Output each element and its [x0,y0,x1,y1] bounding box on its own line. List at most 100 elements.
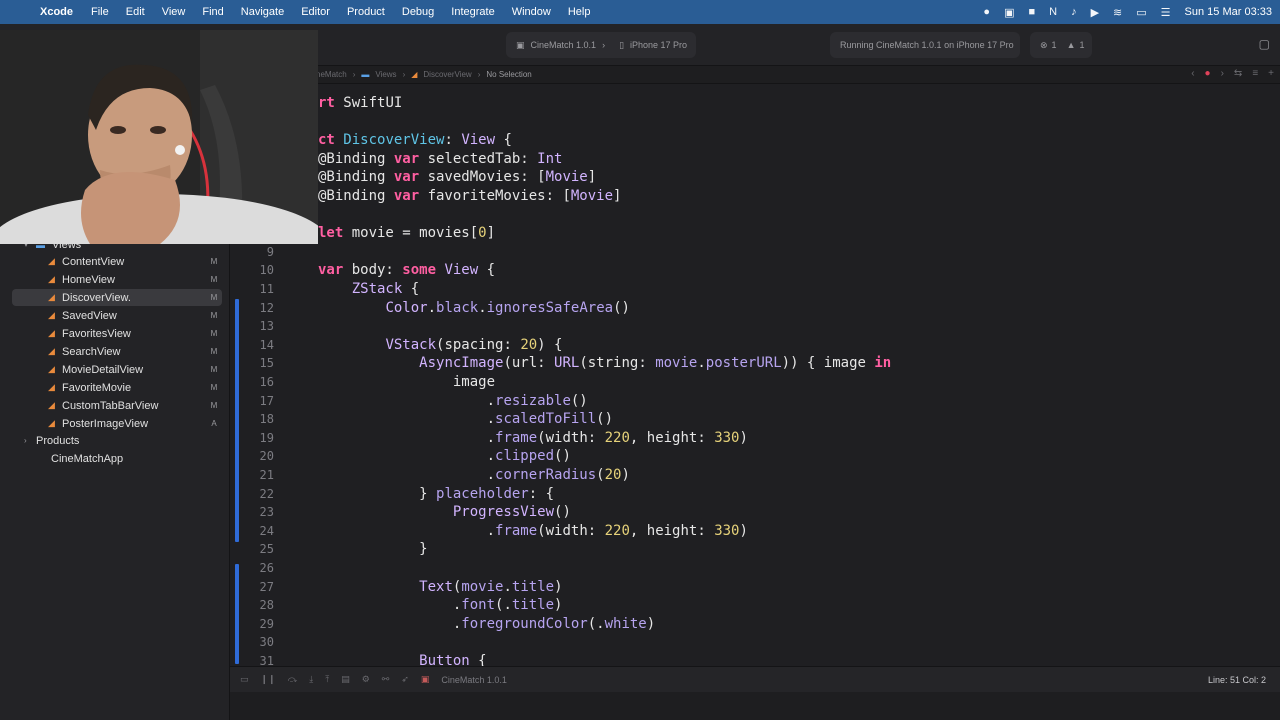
file-moviedetailview[interactable]: ◢ MovieDetailView M [12,361,222,378]
code-text[interactable]: } [318,541,427,557]
code-text[interactable]: .frame(width: 220, height: 330) [318,523,748,539]
file-discoverview[interactable]: ◢ DiscoverView. M [12,289,222,306]
code-text[interactable]: .foregroundColor(.white) [318,616,655,632]
menu-integrate[interactable]: Integrate [451,6,494,18]
code-line[interactable]: 18 .scaledToFill() [230,411,1280,430]
breadcrumb-selection[interactable]: No Selection [486,70,531,79]
code-text[interactable]: @Binding var savedMovies: [Movie] [318,169,596,185]
line-number[interactable]: 26 [244,561,274,575]
line-number[interactable]: 29 [244,617,274,631]
code-line[interactable]: 10 var body: some View { [230,262,1280,281]
battery-icon[interactable]: ▭ [1136,6,1146,19]
code-text[interactable]: .cornerRadius(20) [318,467,630,483]
line-number[interactable]: 17 [244,394,274,408]
code-line[interactable]: 13 [230,318,1280,337]
back-icon[interactable]: ‹ [1191,68,1194,79]
menu-window[interactable]: Window [512,6,551,18]
play-icon[interactable]: ▶ [1091,6,1099,19]
code-text[interactable]: } placeholder: { [318,486,554,502]
line-number[interactable]: 31 [244,654,274,666]
line-number[interactable]: 11 [244,282,274,296]
code-text[interactable]: ProgressView() [318,504,571,520]
menu-navigate[interactable]: Navigate [241,6,284,18]
line-number[interactable]: 25 [244,542,274,556]
code-line[interactable]: 28 .font(.title) [230,597,1280,616]
code-text[interactable]: rt SwiftUI [318,95,402,111]
breadcrumb-folder[interactable]: Views [375,70,396,79]
file-favoritemovie[interactable]: ◢ FavoriteMovie M [12,379,222,396]
camera-icon[interactable]: ■ [1028,6,1035,18]
menu-clock[interactable]: Sun 15 Mar 03:33 [1185,6,1272,18]
hide-debug-area-icon[interactable]: ▭ [240,674,249,685]
code-text[interactable]: AsyncImage(url: URL(string: movie.poster… [318,355,891,371]
code-line[interactable]: 22 } placeholder: { [230,486,1280,505]
code-line[interactable]: ct DiscoverView: View { [230,132,1280,151]
line-number[interactable]: 22 [244,487,274,501]
line-number[interactable]: 13 [244,319,274,333]
code-line[interactable]: rt SwiftUI [230,95,1280,114]
inspector-toggle-icon[interactable]: ▢ [1259,37,1270,51]
code-text[interactable]: VStack(spacing: 20) { [318,337,562,353]
line-number[interactable]: 18 [244,412,274,426]
menu-product[interactable]: Product [347,6,385,18]
code-text[interactable]: .font(.title) [318,597,563,613]
code-line[interactable]: 12 Color.black.ignoresSafeArea() [230,300,1280,319]
code-line[interactable]: @Binding var favoriteMovies: [Movie] [230,188,1280,207]
line-number[interactable]: 21 [244,468,274,482]
issues-indicator[interactable]: ⊗ 1 ▲ 1 [1030,32,1092,58]
code-line[interactable]: 27 Text(movie.title) [230,579,1280,598]
display-icon[interactable]: ▣ [1004,6,1014,19]
code-text[interactable]: Text(movie.title) [318,579,562,595]
code-text[interactable]: let movie = movies[0] [318,225,495,241]
code-line[interactable]: 19 .frame(width: 220, height: 330) [230,430,1280,449]
notes-icon[interactable]: N [1049,6,1057,18]
code-text[interactable]: @Binding var selectedTab: Int [318,151,562,167]
line-number[interactable]: 23 [244,505,274,519]
menu-help[interactable]: Help [568,6,591,18]
item-cinematchapp[interactable]: CineMatchApp [12,450,222,467]
code-text[interactable]: @Binding var favoriteMovies: [Movie] [318,188,621,204]
line-number[interactable]: 28 [244,598,274,612]
code-text[interactable]: .resizable() [318,393,588,409]
menu-view[interactable]: View [162,6,186,18]
code-line[interactable]: 20 .clipped() [230,448,1280,467]
step-out-icon[interactable]: ⤒ [325,674,329,685]
record-icon[interactable]: ● [983,6,990,18]
airpods-icon[interactable]: ♪ [1071,6,1077,18]
simulate-location-icon[interactable]: ➶ [401,674,409,685]
folder-products[interactable]: › ▬ Products [12,432,222,449]
code-line[interactable]: @Binding var savedMovies: [Movie] [230,169,1280,188]
code-text[interactable]: var body: some View { [318,262,495,278]
file-homeview[interactable]: ◢ HomeView M [12,271,222,288]
file-customtabbarview[interactable]: ◢ CustomTabBarView M [12,397,222,414]
code-line[interactable]: 24 .frame(width: 220, height: 330) [230,523,1280,542]
code-line[interactable]: 16 image [230,374,1280,393]
menu-file[interactable]: File [91,6,109,18]
related-items-icon[interactable]: ⇆ [1234,68,1242,79]
code-text[interactable]: ZStack { [318,281,419,297]
file-favoritesview[interactable]: ◢ FavoritesView M [12,325,222,342]
line-number[interactable]: 24 [244,524,274,538]
menu-editor[interactable]: Editor [301,6,330,18]
breadcrumb-project[interactable]: neMatch [316,70,347,79]
menu-find[interactable]: Find [202,6,223,18]
code-line[interactable]: 15 AsyncImage(url: URL(string: movie.pos… [230,355,1280,374]
wifi-icon[interactable]: ≋ [1113,6,1122,19]
memory-graph-icon[interactable]: ⚙ [362,674,370,685]
code-line[interactable]: 29 .foregroundColor(.white) [230,616,1280,635]
code-line[interactable]: 23 ProgressView() [230,504,1280,523]
code-text[interactable]: image [318,374,495,390]
forward-icon[interactable]: › [1221,68,1224,79]
step-over-icon[interactable]: ⤼ [288,674,298,685]
code-line[interactable]: 21 .cornerRadius(20) [230,467,1280,486]
source-editor[interactable]: rt SwiftUI ct DiscoverView: View { @Bindin… [230,84,1280,666]
code-text[interactable]: ct DiscoverView: View { [318,132,512,148]
line-number[interactable]: 14 [244,338,274,352]
issue-icon[interactable]: ● [1205,68,1211,79]
code-text[interactable]: Button { [318,653,486,666]
list-icon[interactable]: ≡ [1252,68,1258,79]
code-text[interactable]: .clipped() [318,448,571,464]
file-posterimageview[interactable]: ◢ PosterImageView A [12,415,222,432]
line-number[interactable]: 20 [244,449,274,463]
scheme-selector[interactable]: ▣ CineMatch 1.0.1 › ▯ iPhone 17 Pro [506,32,696,58]
